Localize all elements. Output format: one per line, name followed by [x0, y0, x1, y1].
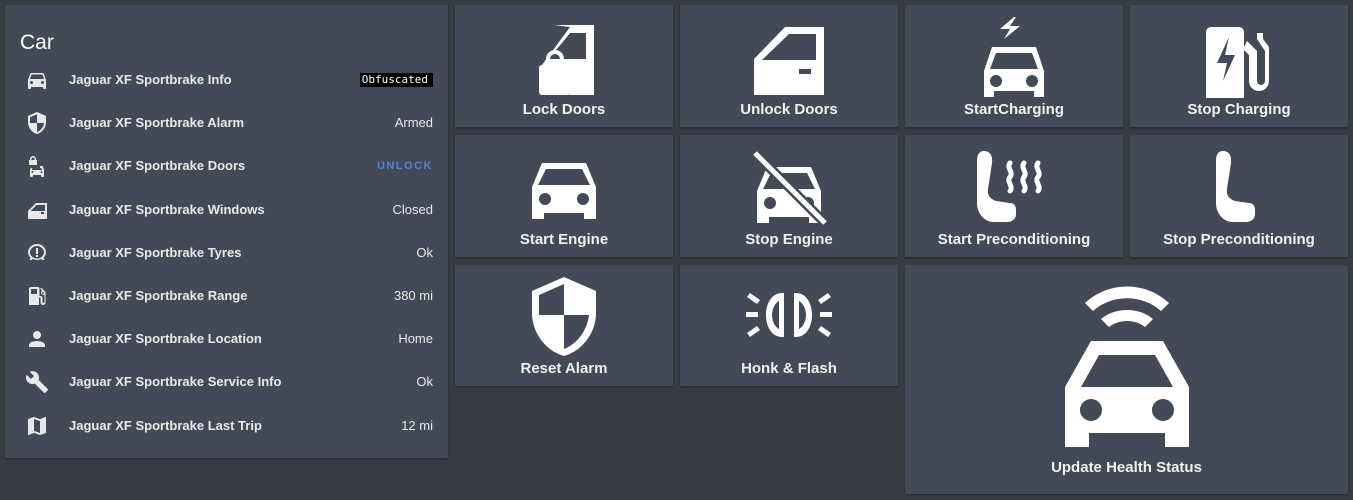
map-icon: [25, 414, 49, 438]
entity-row-alarm[interactable]: Jaguar XF Sportbrake Alarm Armed: [5, 103, 448, 143]
entity-state: Armed: [394, 115, 433, 130]
stop-charging-button[interactable]: Stop Charging: [1130, 5, 1348, 127]
entity-name: Jaguar XF Sportbrake Range: [69, 288, 248, 303]
button-label: Unlock Doors: [740, 101, 838, 118]
seat-heater-icon: [977, 151, 1042, 222]
ev-station-icon: [1206, 27, 1269, 98]
entity-row-windows[interactable]: Jaguar XF Sportbrake Windows Closed: [5, 190, 448, 230]
entity-name: Jaguar XF Sportbrake Last Trip: [69, 418, 262, 433]
entity-state: Home: [398, 331, 433, 346]
car-off-icon: [751, 151, 829, 225]
shield-icon: [25, 111, 49, 135]
shield-half-full-icon: [532, 277, 596, 356]
car-door-lock-icon: [25, 154, 49, 178]
button-label: Stop Engine: [745, 231, 833, 248]
button-label: Start Preconditioning: [937, 231, 1091, 248]
entity-name: Jaguar XF Sportbrake Info: [69, 72, 232, 87]
stop-engine-button[interactable]: Stop Engine: [680, 135, 898, 257]
start-preconditioning-button[interactable]: Start Preconditioning: [905, 135, 1123, 257]
button-label: Stop Preconditioning: [1163, 231, 1315, 248]
entity-row-info[interactable]: Jaguar XF Sportbrake Info Obfuscated: [5, 60, 448, 100]
unlock-action-button[interactable]: UNLOCK: [377, 146, 433, 186]
car-icon: [25, 68, 49, 92]
honk-flash-button[interactable]: Honk & Flash: [680, 265, 898, 386]
reset-alarm-button[interactable]: Reset Alarm: [455, 265, 673, 386]
update-health-status-button[interactable]: Update Health Status: [905, 265, 1348, 494]
entity-row-doors[interactable]: Jaguar XF Sportbrake Doors UNLOCK: [5, 146, 448, 186]
entity-name: Jaguar XF Sportbrake Service Info: [69, 374, 282, 389]
car-door-icon: [754, 27, 824, 95]
button-label: Reset Alarm: [520, 360, 608, 377]
button-label: Start Engine: [519, 231, 609, 248]
entity-name: Jaguar XF Sportbrake Doors: [69, 158, 246, 173]
stop-preconditioning-button[interactable]: Stop Preconditioning: [1130, 135, 1348, 257]
entity-name: Jaguar XF Sportbrake Tyres: [69, 245, 242, 260]
entity-state: 380 mi: [393, 288, 433, 303]
entity-state: Ok: [416, 245, 433, 260]
entity-name: Jaguar XF Sportbrake Location: [69, 331, 262, 346]
button-label: Lock Doors: [522, 101, 606, 118]
entity-name: Jaguar XF Sportbrake Windows: [69, 202, 265, 217]
entity-state: Closed: [392, 202, 433, 217]
card-title: Car: [20, 31, 54, 54]
entity-row-last-trip[interactable]: Jaguar XF Sportbrake Last Trip 12 mi: [5, 406, 448, 446]
car-entities-card: Car Jaguar XF Sportbrake Info Obfuscated…: [5, 5, 448, 458]
button-label: Honk & Flash: [741, 360, 837, 377]
button-label: StartCharging: [963, 101, 1064, 118]
button-label: Stop Charging: [1187, 101, 1291, 118]
gas-station-icon: [25, 284, 49, 308]
entity-row-service[interactable]: Jaguar XF Sportbrake Service Info Ok: [5, 362, 448, 402]
car-light-high-icon: [746, 293, 832, 337]
tire-alert-icon: [25, 241, 49, 265]
entity-row-range[interactable]: Jaguar XF Sportbrake Range 380 mi: [5, 276, 448, 316]
entity-state: Ok: [416, 374, 433, 389]
entity-state: 12 mi: [401, 418, 433, 433]
person-icon: [25, 327, 49, 351]
wrench-icon: [25, 370, 49, 394]
car-electric-icon: [984, 17, 1044, 97]
lock-doors-button[interactable]: Lock Doors: [455, 5, 673, 127]
entity-row-location[interactable]: Jaguar XF Sportbrake Location Home: [5, 319, 448, 359]
car-icon: [532, 163, 596, 219]
seat-icon: [1216, 151, 1255, 222]
start-engine-button[interactable]: Start Engine: [455, 135, 673, 257]
car-door-lock-icon: [539, 25, 594, 95]
car-door-icon: [25, 198, 49, 222]
entity-row-tyres[interactable]: Jaguar XF Sportbrake Tyres Ok: [5, 233, 448, 273]
button-label: Update Health Status: [1051, 459, 1202, 476]
entity-name: Jaguar XF Sportbrake Alarm: [69, 115, 245, 130]
unlock-doors-button[interactable]: Unlock Doors: [680, 5, 898, 127]
entity-state: Obfuscated: [359, 73, 433, 87]
start-charging-button[interactable]: StartCharging: [905, 5, 1123, 127]
car-connected-icon: [1064, 286, 1189, 447]
